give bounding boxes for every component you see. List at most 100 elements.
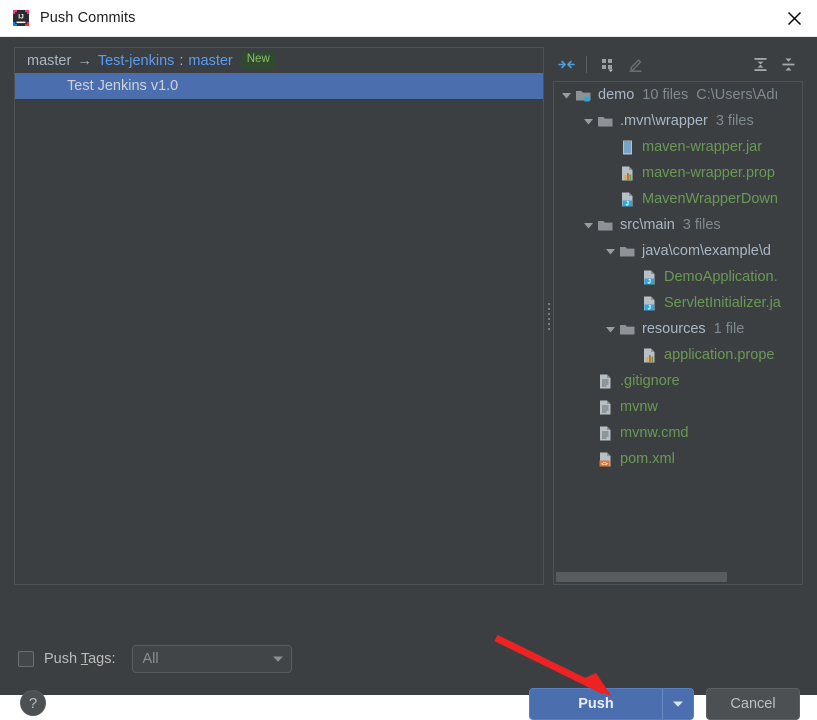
file-tree-node-label: ServletInitializer.ja	[664, 295, 781, 311]
file-tree-row[interactable]: mvnw	[554, 394, 802, 420]
file-tree-row[interactable]: J MavenWrapperDown	[554, 186, 802, 212]
file-tree-node-label: src\main	[620, 217, 675, 233]
properties-file-icon	[619, 165, 636, 182]
file-tree-rows: demo 10 files C:\Users\Adı .mvn\wrapper3 fi…	[554, 82, 802, 570]
commit-list-item[interactable]: Test Jenkins v1.0	[15, 73, 543, 99]
tree-twisty-expanded-icon[interactable]	[602, 246, 619, 257]
file-tree-row[interactable]: mvnw.cmd	[554, 420, 802, 446]
chevron-down-icon	[265, 655, 291, 663]
text-file-icon	[597, 425, 614, 442]
svg-text:J: J	[625, 200, 629, 207]
tree-toolbar	[553, 47, 803, 81]
file-tree[interactable]: demo 10 files C:\Users\Adı .mvn\wrapper3 fi…	[553, 81, 803, 585]
help-icon: ?	[29, 695, 37, 712]
properties-file-icon	[641, 347, 658, 364]
title-bar: IJ Push Commits	[0, 0, 817, 37]
push-dropdown-arrow-icon[interactable]	[663, 689, 693, 719]
commit-message: Test Jenkins v1.0	[67, 78, 178, 94]
module-folder-icon	[575, 87, 592, 104]
hscrollbar-thumb[interactable]	[556, 572, 727, 582]
push-button[interactable]: Push	[530, 689, 662, 719]
file-tree-row[interactable]: J ServletInitializer.ja	[554, 290, 802, 316]
close-icon[interactable]	[771, 0, 817, 36]
file-tree-row[interactable]: java\com\example\d	[554, 238, 802, 264]
push-commits-dialog: IJ Push Commits master → Test-jenkins : …	[0, 0, 817, 695]
tree-twisty-expanded-icon[interactable]	[558, 90, 575, 101]
file-tree-row[interactable]: .gitignore	[554, 368, 802, 394]
file-tree-row[interactable]: src\main3 files	[554, 212, 802, 238]
push-tags-label-mnemonic: T	[81, 651, 88, 667]
collapse-diff-icon[interactable]	[553, 51, 579, 77]
edit-pencil-icon	[622, 51, 648, 77]
java-file-icon: J	[641, 295, 658, 312]
jar-file-icon	[619, 139, 636, 156]
file-tree-row[interactable]: maven-wrapper.prop	[554, 160, 802, 186]
folder-icon	[597, 113, 614, 130]
commit-list-panel[interactable]: master → Test-jenkins : master New Test …	[14, 47, 544, 585]
xml-file-icon: <>	[597, 451, 614, 468]
text-file-icon	[597, 373, 614, 390]
file-tree-node-label: MavenWrapperDown	[642, 191, 778, 207]
file-tree-node-count: 1 file	[714, 321, 745, 337]
expand-all-icon[interactable]	[747, 51, 773, 77]
tree-twisty-expanded-icon[interactable]	[580, 220, 597, 231]
file-tree-row[interactable]: <> pom.xml	[554, 446, 802, 472]
file-tree-row[interactable]: .mvn\wrapper3 files	[554, 108, 802, 134]
target-branch-label[interactable]: master	[188, 53, 232, 69]
new-branch-badge: New	[242, 52, 275, 68]
svg-text:J: J	[647, 304, 651, 311]
push-tags-checkbox[interactable]	[18, 651, 34, 667]
cancel-button[interactable]: Cancel	[706, 688, 800, 720]
file-tree-row[interactable]: application.prope	[554, 342, 802, 368]
folder-icon	[619, 243, 636, 260]
file-tree-node-label: demo	[598, 87, 634, 103]
splitter-grip-icon	[548, 303, 550, 330]
remote-name-label[interactable]: Test-jenkins	[98, 53, 175, 69]
toolbar-divider	[586, 56, 587, 73]
file-tree-node-label: java\com\example\d	[642, 243, 771, 259]
file-tree-node-label: resources	[642, 321, 706, 337]
file-tree-node-path: C:\Users\Adı	[696, 87, 778, 103]
tree-toolbar-right	[747, 51, 803, 77]
svg-text:IJ: IJ	[18, 14, 24, 21]
intellij-idea-icon: IJ	[12, 9, 30, 27]
file-tree-row[interactable]: maven-wrapper.jar	[554, 134, 802, 160]
file-tree-node-label: pom.xml	[620, 451, 675, 467]
tree-twisty-expanded-icon[interactable]	[602, 324, 619, 335]
text-file-icon	[597, 399, 614, 416]
push-target-row[interactable]: master → Test-jenkins : master New	[15, 48, 543, 73]
push-tags-label: Push Tags:	[44, 651, 116, 667]
panel-splitter[interactable]	[545, 47, 553, 585]
push-tags-label-suffix: ags:	[88, 651, 115, 667]
source-branch-label: master	[27, 53, 71, 69]
file-tree-hscrollbar[interactable]	[554, 570, 802, 584]
changed-files-panel: demo 10 files C:\Users\Adı .mvn\wrapper3 fi…	[553, 47, 803, 585]
push-tags-row: Push Tags: All	[18, 645, 292, 673]
file-tree-node-label: maven-wrapper.prop	[642, 165, 775, 181]
svg-text:J: J	[647, 278, 651, 285]
collapse-all-icon[interactable]	[775, 51, 801, 77]
file-tree-node-count: 10 files	[642, 87, 688, 103]
file-tree-node-label: DemoApplication.	[664, 269, 778, 285]
file-tree-row[interactable]: resources 1 file	[554, 316, 802, 342]
help-button[interactable]: ?	[20, 690, 46, 716]
group-by-icon[interactable]	[594, 51, 620, 77]
file-tree-node-label: application.prope	[664, 347, 774, 363]
svg-text:<>: <>	[601, 461, 608, 467]
file-tree-row[interactable]: J DemoApplication.	[554, 264, 802, 290]
folder-icon	[597, 217, 614, 234]
folder-icon	[619, 321, 636, 338]
file-tree-row[interactable]: demo 10 files C:\Users\Adı	[554, 82, 802, 108]
file-tree-node-label: mvnw	[620, 399, 658, 415]
dialog-content: master → Test-jenkins : master New Test …	[0, 37, 817, 695]
push-tags-selected-value: All	[133, 651, 265, 667]
file-tree-node-count: 3 files	[716, 113, 754, 129]
file-tree-node-label: .gitignore	[620, 373, 680, 389]
push-tags-select[interactable]: All	[132, 645, 292, 673]
push-arrow-icon: →	[77, 53, 92, 69]
tree-twisty-expanded-icon[interactable]	[580, 116, 597, 127]
branch-separator: :	[179, 53, 183, 69]
java-file-icon: J	[619, 191, 636, 208]
window-title: Push Commits	[40, 10, 135, 26]
push-split-button[interactable]: Push	[529, 688, 694, 720]
